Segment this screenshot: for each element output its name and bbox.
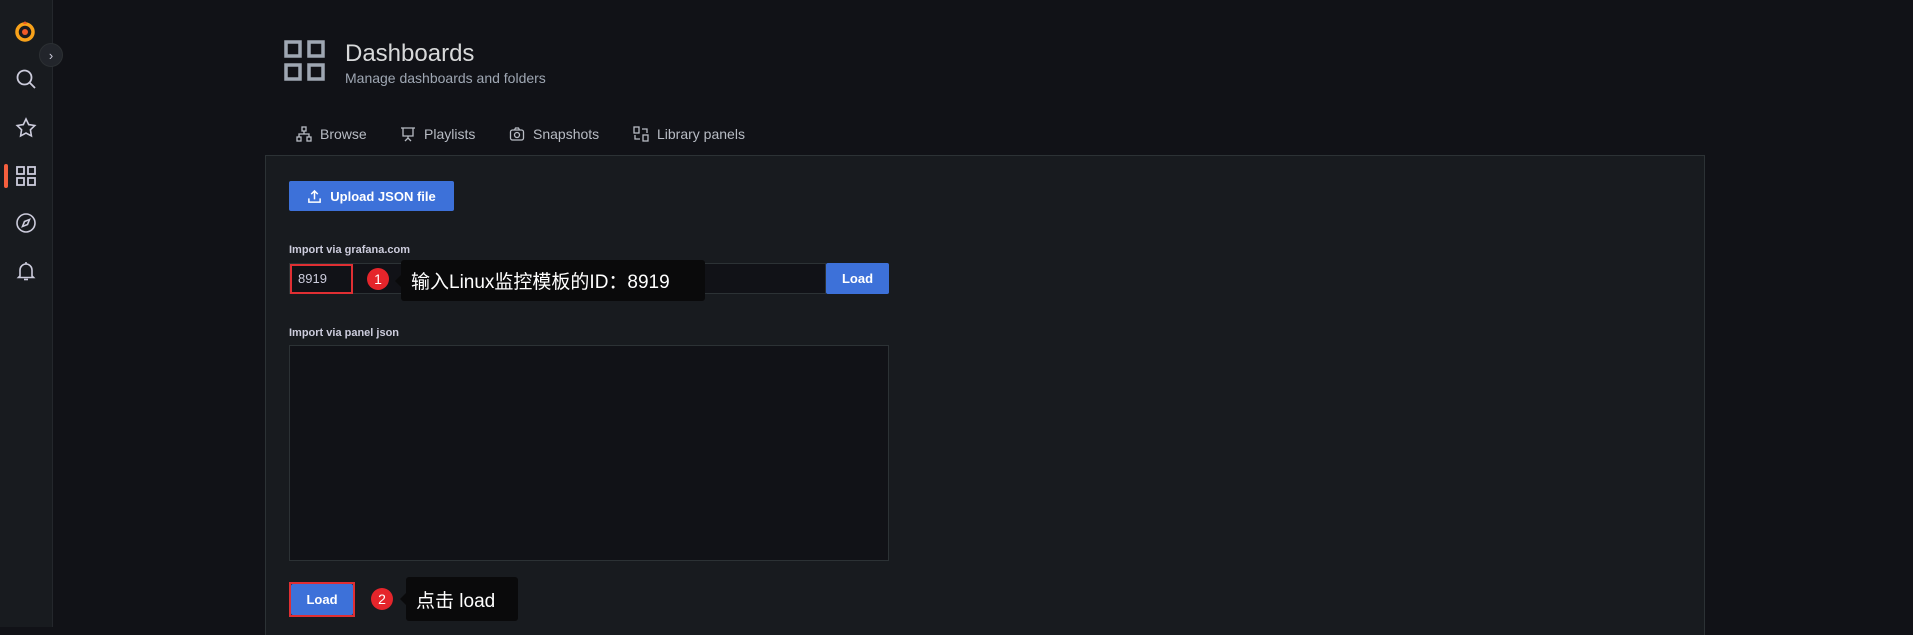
page-title: Dashboards xyxy=(345,40,475,67)
grafana-import-label: Import via grafana.com xyxy=(289,244,411,256)
compass-icon[interactable] xyxy=(14,211,38,235)
sidebar xyxy=(0,0,53,627)
search-icon[interactable] xyxy=(14,67,38,91)
grafana-load-button[interactable]: Load xyxy=(826,263,889,294)
camera-icon xyxy=(509,127,525,141)
active-indicator xyxy=(4,164,8,188)
annotation-tooltip-2: 点击 load xyxy=(400,577,518,621)
panel-json-textarea[interactable] xyxy=(289,345,889,561)
sitemap-icon xyxy=(296,126,312,142)
annotation-highlight-1 xyxy=(290,264,353,294)
annotation-badge-2: 2 xyxy=(371,588,393,610)
panel-json-label: Import via panel json xyxy=(289,327,400,339)
tab-snapshots[interactable]: Snapshots xyxy=(509,126,599,142)
grafana-logo[interactable] xyxy=(13,19,37,43)
tab-library-panels[interactable]: Library panels xyxy=(633,126,745,142)
tab-browse[interactable]: Browse xyxy=(296,126,367,142)
dashboards-icon[interactable] xyxy=(14,164,38,188)
tab-playlists[interactable]: Playlists xyxy=(400,126,475,142)
page-subtitle: Manage dashboards and folders xyxy=(345,70,546,86)
bell-icon[interactable] xyxy=(14,259,38,283)
dashboards-header-icon xyxy=(284,40,325,81)
upload-json-button[interactable]: Upload JSON file xyxy=(289,181,454,211)
chevron-right-icon: › xyxy=(48,47,54,63)
upload-icon xyxy=(308,189,322,203)
annotation-highlight-2 xyxy=(289,582,355,617)
annotation-tooltip-1: 输入Linux监控模板的ID：8919 xyxy=(395,260,705,301)
expand-sidebar-button[interactable]: › xyxy=(39,43,63,67)
annotation-badge-1: 1 xyxy=(367,268,389,290)
star-icon[interactable] xyxy=(14,116,38,140)
library-panels-icon xyxy=(633,126,649,142)
presentation-icon xyxy=(401,127,415,142)
